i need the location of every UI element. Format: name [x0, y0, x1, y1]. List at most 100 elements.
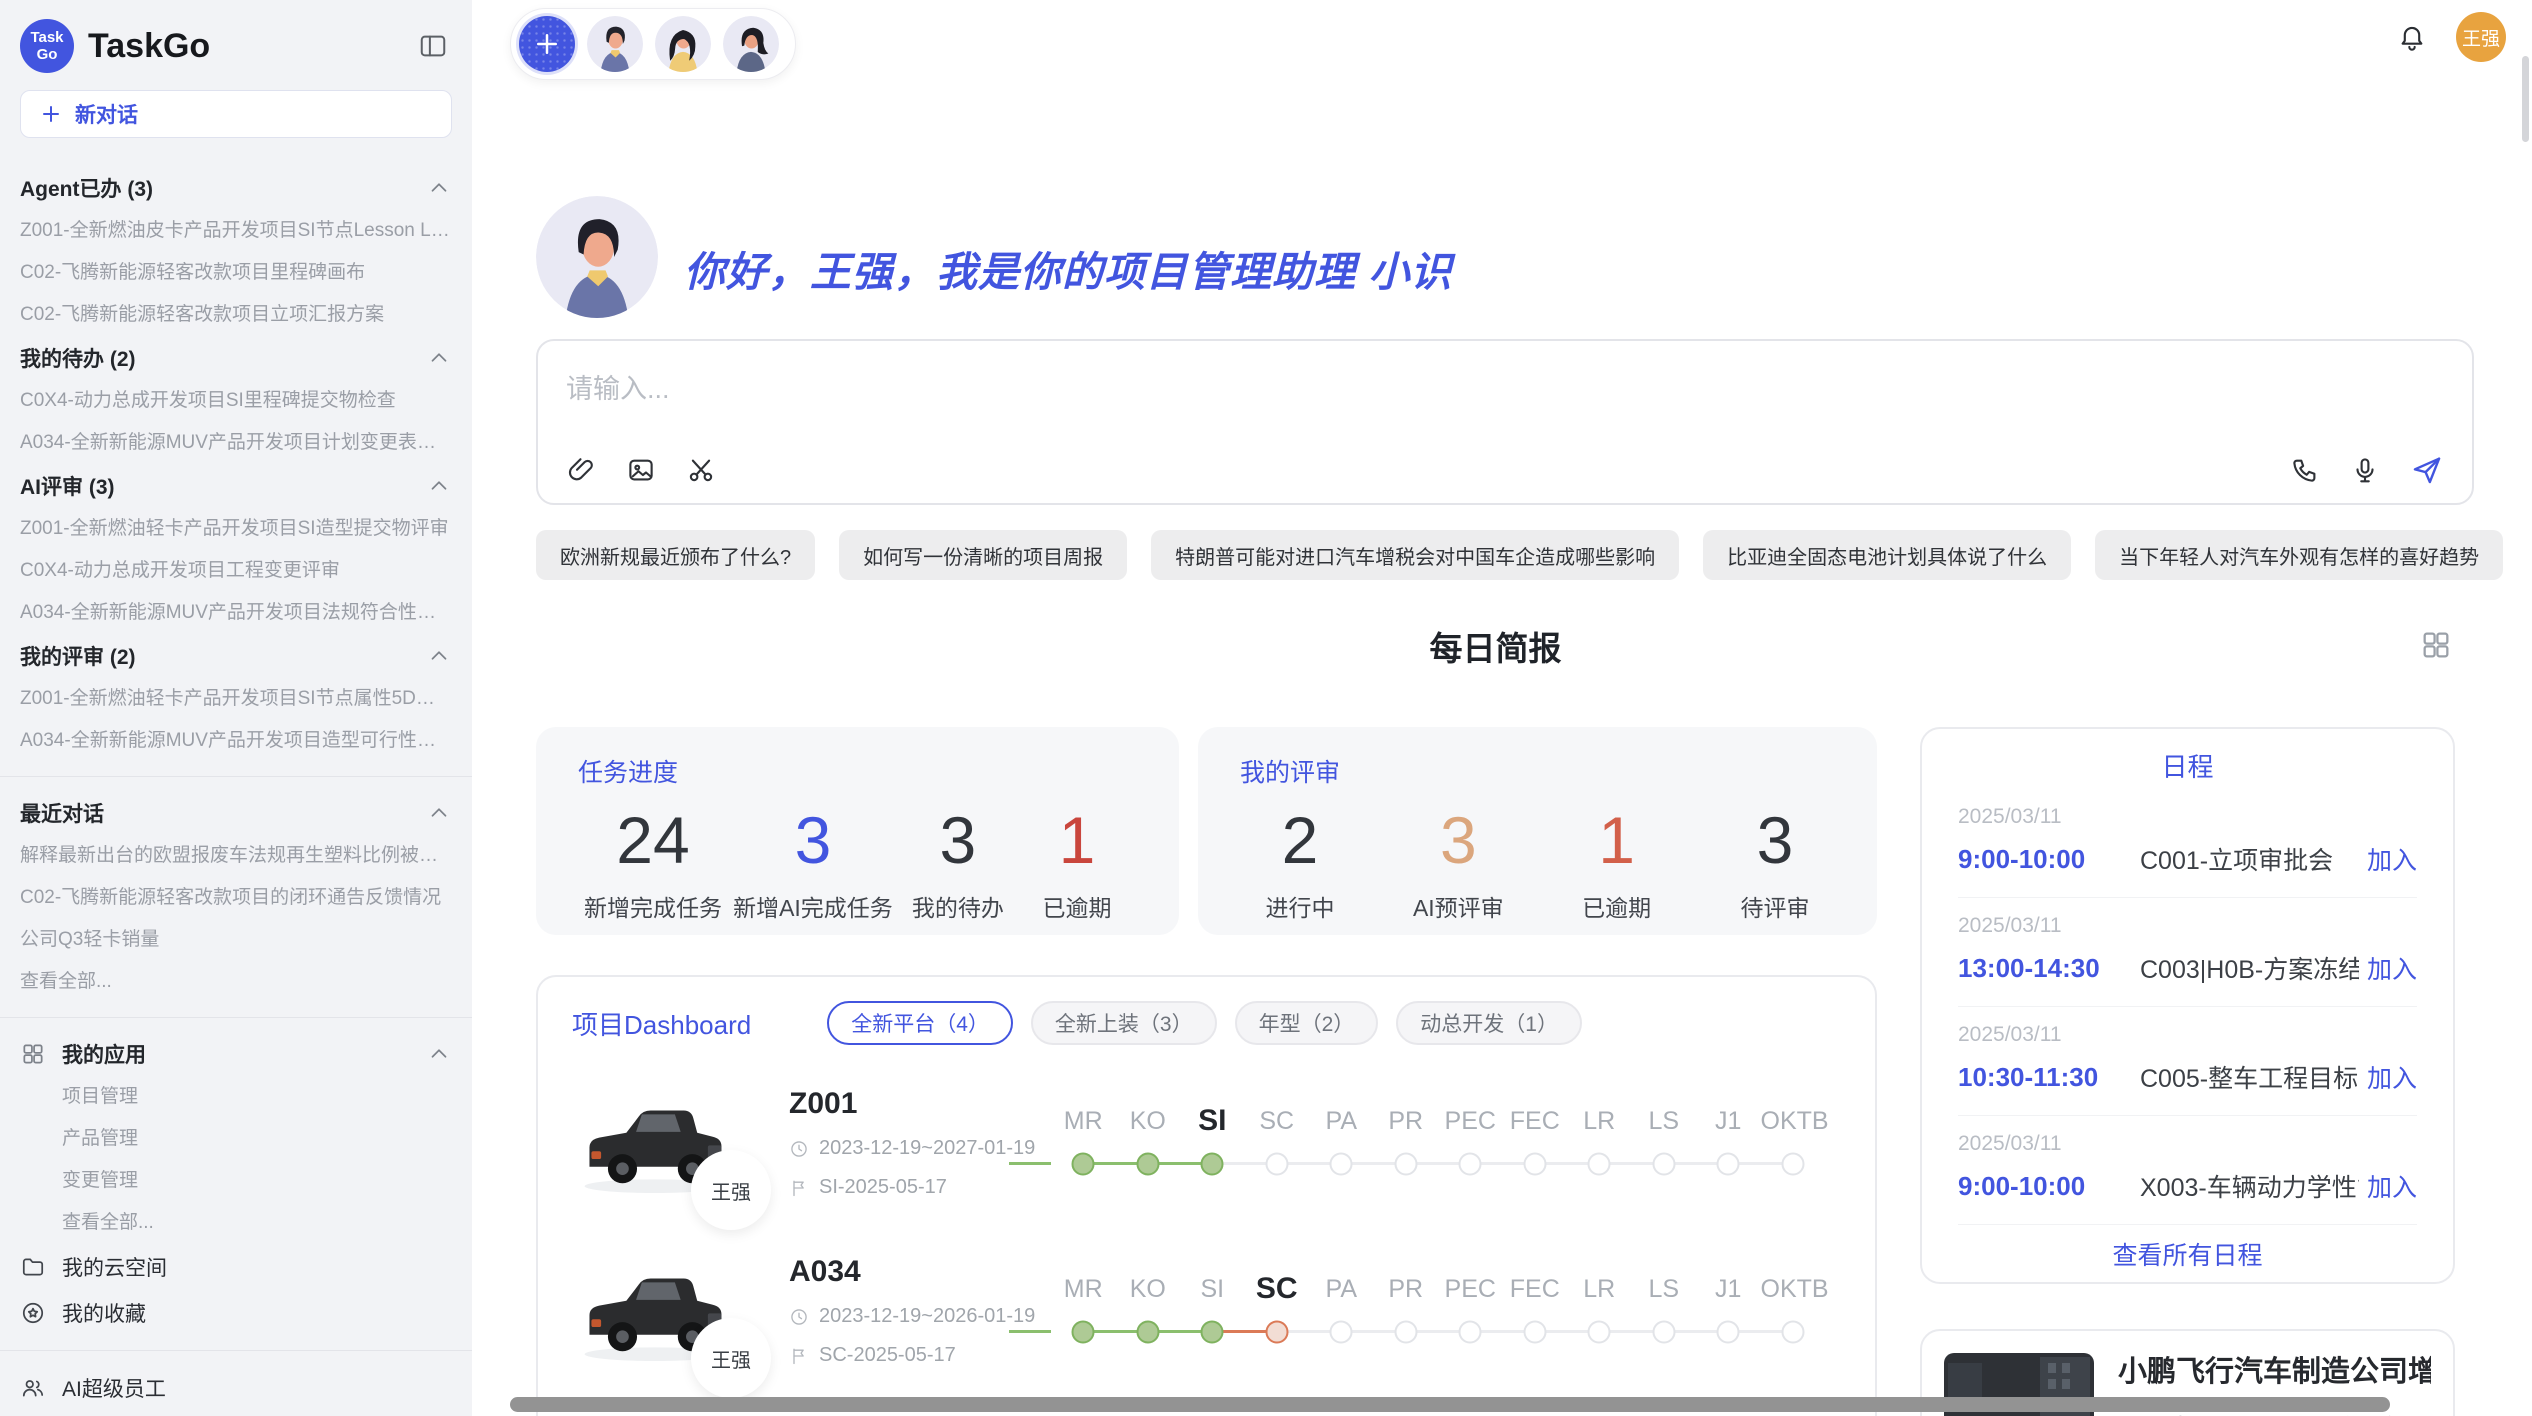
recent-chat-item[interactable]: 解释最新出台的欧盟报废车法规再生塑料比例被调至15%...: [20, 835, 452, 877]
view-all-schedule-link[interactable]: 查看所有日程: [1922, 1225, 2453, 1282]
user-avatar[interactable]: 王强: [2456, 12, 2506, 62]
attach-file-button[interactable]: [566, 455, 596, 485]
vertical-scrollbar[interactable]: [2522, 56, 2529, 142]
sidebar-section-header[interactable]: AI评审 (3): [20, 464, 452, 508]
recent-chat-item[interactable]: 公司Q3轻卡销量: [20, 919, 452, 961]
sidebar-item[interactable]: C0X4-动力总成开发项目工程变更评审: [20, 550, 452, 592]
milestone-node: [1567, 1142, 1632, 1186]
milestone-dot-pending: [1330, 1153, 1353, 1176]
sidebar-divider: [0, 1350, 472, 1351]
dashboard-filter-pill[interactable]: 动总开发（1）: [1396, 1001, 1582, 1045]
milestone-dot-pending: [1394, 1321, 1417, 1344]
schedule-time: 9:00-10:00: [1958, 844, 2140, 875]
join-meeting-link[interactable]: 加入: [2367, 1168, 2417, 1204]
sidebar-section-header[interactable]: 我的待办 (2): [20, 336, 452, 380]
sidebar-item[interactable]: Z001-全新燃油轻卡产品开发项目SI造型提交物评审: [20, 508, 452, 550]
sidebar-section-header[interactable]: Agent已办 (3): [20, 166, 452, 210]
microphone-button[interactable]: [2350, 455, 2380, 485]
sidebar-collapse-button[interactable]: [414, 27, 452, 65]
suggestion-chip[interactable]: 比亚迪全固态电池计划具体说了什么: [1703, 530, 2071, 580]
sidebar-tool-帮我写作[interactable]: 帮我写作: [20, 1411, 452, 1416]
app-sub-item[interactable]: 项目管理: [20, 1076, 452, 1118]
dashboard-filter-pill[interactable]: 全新上装（3）: [1031, 1001, 1217, 1045]
milestone-node: [1116, 1310, 1181, 1354]
suggestion-chip[interactable]: 当下年轻人对汽车外观有怎样的喜好趋势: [2095, 530, 2503, 580]
phone-icon: [2290, 455, 2320, 485]
flag-icon: [789, 1346, 809, 1366]
chevron-up-icon: [426, 800, 452, 826]
voice-call-button[interactable]: [2290, 455, 2320, 485]
app-sub-item[interactable]: 产品管理: [20, 1118, 452, 1160]
milestone: SI: [1180, 1268, 1245, 1354]
notifications-button[interactable]: [2396, 21, 2428, 53]
suggestion-chip[interactable]: 特朗普可能对进口汽车增税会对中国车企造成哪些影响: [1151, 530, 1679, 580]
sidebar-section-header[interactable]: 我的应用: [20, 1032, 452, 1076]
owner-badge: 王强: [691, 1318, 771, 1398]
sidebar-link-我的收藏[interactable]: 我的收藏: [20, 1290, 452, 1336]
app-sub-item[interactable]: 查看全部...: [20, 1202, 452, 1244]
recent-view-all-link[interactable]: 查看全部...: [20, 961, 452, 1003]
milestone-node: [1438, 1310, 1503, 1354]
sidebar-item[interactable]: A034-全新新能源MUV产品开发项目造型可行性评审: [20, 720, 452, 762]
milestone: KO: [1116, 1100, 1181, 1186]
member-avatar[interactable]: [587, 16, 643, 72]
suggestion-chip[interactable]: 如何写一份清晰的项目周报: [839, 530, 1127, 580]
schedule-event: C005-整车工程目标评审: [2140, 1059, 2359, 1095]
composer-toolbar: [566, 453, 2444, 487]
schedule-list: 2025/03/119:00-10:00C001-立项审批会加入2025/03/…: [1922, 789, 2453, 1225]
sidebar-section-header[interactable]: 最近对话: [20, 791, 452, 835]
sidebar-tool-AI超级员工[interactable]: AI超级员工: [20, 1365, 452, 1411]
chevron-up-icon: [426, 175, 452, 201]
send-button[interactable]: [2410, 453, 2444, 487]
new-chat-button[interactable]: 新对话: [20, 90, 452, 138]
milestone-node: [1309, 1310, 1374, 1354]
app-sub-item[interactable]: 变更管理: [20, 1160, 452, 1202]
member-avatar[interactable]: [723, 16, 779, 72]
sidebar-item[interactable]: A034-全新新能源MUV产品开发项目法规符合性评审: [20, 592, 452, 634]
horizontal-scrollbar[interactable]: [510, 1397, 2390, 1412]
dashboard-filter-pill[interactable]: 年型（2）: [1235, 1001, 1379, 1045]
member-avatar[interactable]: [655, 16, 711, 72]
milestone: PR: [1374, 1268, 1439, 1354]
panel-collapse-icon: [418, 31, 448, 61]
screenshot-button[interactable]: [686, 455, 716, 485]
add-member-button[interactable]: [519, 16, 575, 72]
sidebar-item[interactable]: Z001-全新燃油皮卡产品开发项目SI节点Lesson Learn报告: [20, 210, 452, 252]
sidebar-item[interactable]: C02-飞腾新能源轻客改款项目里程碑画布: [20, 252, 452, 294]
stat-label: 待评审: [1721, 889, 1829, 923]
composer[interactable]: 请输入...: [536, 339, 2474, 505]
layout-toggle-button[interactable]: [2419, 628, 2453, 662]
milestone-label: J1: [1696, 1268, 1761, 1310]
sidebar-link-我的云空间[interactable]: 我的云空间: [20, 1244, 452, 1290]
dashboard-filter-pill[interactable]: 全新平台（4）: [827, 1001, 1013, 1045]
join-meeting-link[interactable]: 加入: [2367, 950, 2417, 986]
join-meeting-link[interactable]: 加入: [2367, 1059, 2417, 1095]
milestone-label: OKTB: [1761, 1268, 1826, 1310]
sidebar-item[interactable]: C02-飞腾新能源轻客改款项目立项汇报方案: [20, 294, 452, 336]
suggestion-chip[interactable]: 欧洲新规最近颁布了什么?: [536, 530, 815, 580]
sidebar-section-header[interactable]: 我的评审 (2): [20, 634, 452, 678]
milestone-node: [1567, 1310, 1632, 1354]
sidebar-item[interactable]: C0X4-动力总成开发项目SI里程碑提交物检查: [20, 380, 452, 422]
stat-item: 3新增AI完成任务: [733, 803, 893, 923]
project-row[interactable]: 王强A0342023-12-19~2026-01-19SC-2025-05-17…: [572, 1241, 1841, 1381]
stat-item: 1已逾期: [1023, 803, 1131, 923]
sidebar-item[interactable]: A034-全新新能源MUV产品开发项目计划变更表编写: [20, 422, 452, 464]
chevron-up-icon: [426, 473, 452, 499]
chevron-up-icon: [426, 345, 452, 371]
insert-image-button[interactable]: [626, 455, 656, 485]
sidebar-divider: [0, 1017, 472, 1018]
join-meeting-link[interactable]: 加入: [2367, 841, 2417, 877]
stat-value: 1: [1563, 803, 1671, 877]
timeline-segment: [1009, 1162, 1051, 1165]
recent-chat-item[interactable]: C02-飞腾新能源轻客改款项目的闭环通告反馈情况: [20, 877, 452, 919]
milestone-label: OKTB: [1761, 1100, 1826, 1142]
sidebar-header: Task Go TaskGo: [0, 14, 472, 78]
milestone-label: MR: [1051, 1268, 1116, 1310]
sidebar-item[interactable]: Z001-全新燃油轻卡产品开发项目SI节点属性5D文件评审: [20, 678, 452, 720]
schedule-event: C003|H0B-方案冻结评审: [2140, 950, 2359, 986]
project-row[interactable]: 王强Z0012023-12-19~2027-01-19SI-2025-05-17…: [572, 1073, 1841, 1213]
milestone-node: [1051, 1142, 1116, 1186]
avatar-group: [510, 8, 796, 80]
milestone-node: [1503, 1142, 1568, 1186]
